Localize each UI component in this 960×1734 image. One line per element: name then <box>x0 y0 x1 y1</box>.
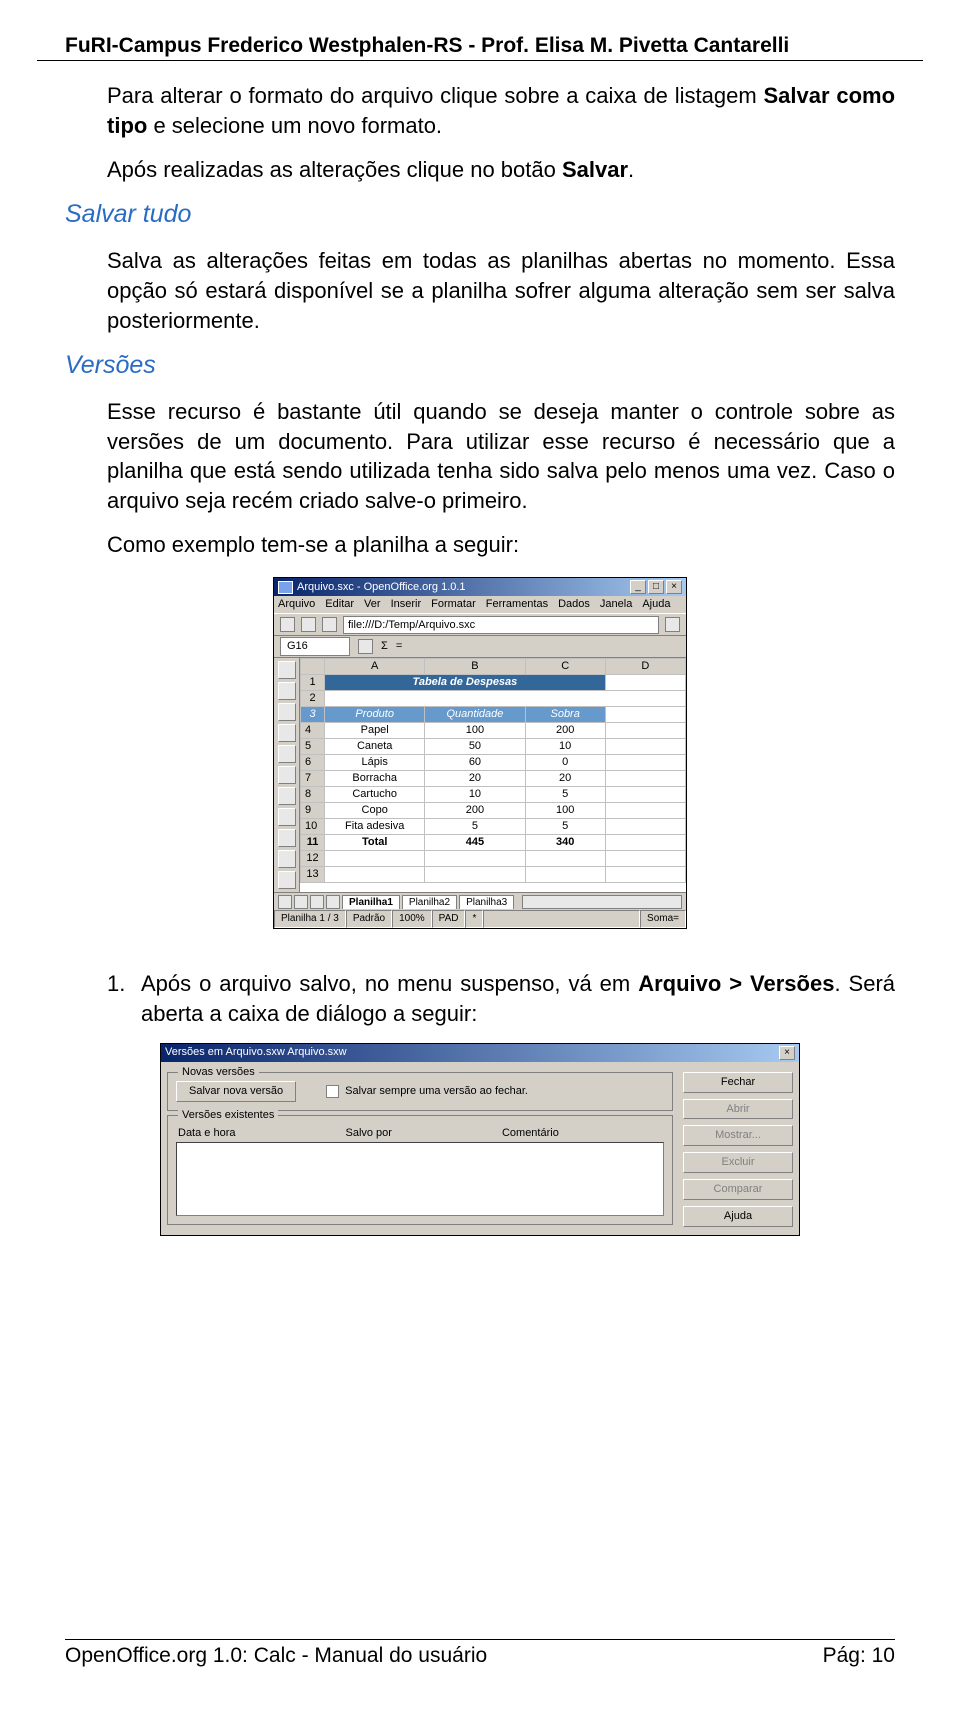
col-header[interactable]: C <box>525 659 605 675</box>
section-versoes: Versões <box>65 349 895 383</box>
minimize-button[interactable]: _ <box>630 580 646 594</box>
menu-ferramentas[interactable]: Ferramentas <box>486 597 548 612</box>
tab-first-icon[interactable] <box>278 895 292 909</box>
checkbox-label: Salvar sempre uma versão ao fechar. <box>345 1084 528 1099</box>
col-header[interactable]: B <box>425 659 525 675</box>
status-modified: * <box>465 910 483 928</box>
formula-bar: G16 Σ = <box>274 636 686 658</box>
window-title: Arquivo.sxc - OpenOffice.org 1.0.1 <box>297 580 466 595</box>
menu-editar[interactable]: Editar <box>325 597 354 612</box>
status-mode: PAD <box>432 910 466 928</box>
section-salvar-tudo: Salvar tudo <box>65 198 895 232</box>
tool-icon[interactable] <box>278 766 296 784</box>
tab-last-icon[interactable] <box>326 895 340 909</box>
url-bar: file:///D:/Temp/Arquivo.sxc <box>274 614 686 636</box>
edit-url-icon[interactable] <box>280 617 295 632</box>
menu-dados[interactable]: Dados <box>558 597 590 612</box>
sheet-tab[interactable]: Planilha1 <box>342 895 400 910</box>
paragraph-versoes-2: Como exemplo tem-se a planilha a seguir: <box>107 530 895 560</box>
tool-icon[interactable] <box>278 850 296 868</box>
page-header: FuRI-Campus Frederico Westphalen-RS - Pr… <box>37 30 923 61</box>
home-icon[interactable] <box>322 617 337 632</box>
versions-dialog: Versões em Arquivo.sxw Arquivo.sxw × Nov… <box>160 1043 800 1237</box>
spreadsheet-grid[interactable]: A B C D 1Tabela de Despesas 2 3 Produto … <box>300 658 686 892</box>
paragraph-2: Após realizadas as alterações clique no … <box>107 155 895 185</box>
compare-button[interactable]: Comparar <box>683 1179 793 1200</box>
stop-icon[interactable] <box>301 617 316 632</box>
tab-prev-icon[interactable] <box>294 895 308 909</box>
paragraph-1: Para alterar o formato do arquivo clique… <box>107 81 895 140</box>
group-label: Novas versões <box>178 1065 259 1080</box>
close-button[interactable]: × <box>666 580 682 594</box>
save-new-version-button[interactable]: Salvar nova versão <box>176 1081 296 1102</box>
tool-icon[interactable] <box>278 808 296 826</box>
tool-icon[interactable] <box>278 661 296 679</box>
footer-left: OpenOffice.org 1.0: Calc - Manual do usu… <box>65 1642 487 1670</box>
menu-ver[interactable]: Ver <box>364 597 381 612</box>
col-header[interactable]: D <box>605 659 685 675</box>
col-header-savedby: Salvo por <box>345 1126 391 1141</box>
tab-next-icon[interactable] <box>310 895 324 909</box>
dialog-close-button[interactable]: × <box>779 1046 795 1060</box>
app-icon <box>278 581 293 594</box>
sheet-tab[interactable]: Planilha2 <box>402 895 457 910</box>
status-bar: Planilha 1 / 3 Padrão 100% PAD * Soma= <box>274 910 686 928</box>
status-style: Padrão <box>346 910 392 928</box>
menu-ajuda[interactable]: Ajuda <box>642 597 670 612</box>
sigma-icon[interactable]: Σ <box>381 639 388 654</box>
col-header-comment: Comentário <box>502 1126 559 1141</box>
folder-icon[interactable] <box>665 617 680 632</box>
tool-icon[interactable] <box>278 682 296 700</box>
col-header-date: Data e hora <box>178 1126 235 1141</box>
dialog-title: Versões em Arquivo.sxw Arquivo.sxw <box>165 1045 347 1060</box>
page-footer: OpenOffice.org 1.0: Calc - Manual do usu… <box>65 1639 895 1670</box>
tool-icon[interactable] <box>278 829 296 847</box>
paragraph-salvar-tudo: Salva as alterações feitas em todas as p… <box>107 246 895 335</box>
versions-list[interactable] <box>176 1142 664 1216</box>
menu-arquivo[interactable]: Arquivo <box>278 597 315 612</box>
footer-right: Pág: 10 <box>823 1642 895 1670</box>
menu-formatar[interactable]: Formatar <box>431 597 476 612</box>
col-header[interactable]: A <box>325 659 425 675</box>
tool-icon[interactable] <box>278 745 296 763</box>
tool-icon[interactable] <box>278 724 296 742</box>
dialog-titlebar[interactable]: Versões em Arquivo.sxw Arquivo.sxw × <box>161 1044 799 1062</box>
open-button[interactable]: Abrir <box>683 1099 793 1120</box>
window-titlebar[interactable]: Arquivo.sxc - OpenOffice.org 1.0.1 _ □ × <box>274 578 686 596</box>
cell-reference[interactable]: G16 <box>280 637 350 656</box>
save-on-close-checkbox[interactable] <box>326 1085 339 1098</box>
menu-janela[interactable]: Janela <box>600 597 632 612</box>
group-versoes-existentes: Versões existentes Data e hora Salvo por… <box>167 1115 673 1226</box>
tool-icon[interactable] <box>278 871 296 889</box>
table-title[interactable]: Tabela de Despesas <box>325 675 606 691</box>
group-novas-versoes: Novas versões Salvar nova versão Salvar … <box>167 1072 673 1111</box>
close-button[interactable]: Fechar <box>683 1072 793 1093</box>
url-input[interactable]: file:///D:/Temp/Arquivo.sxc <box>343 616 659 634</box>
status-zoom[interactable]: 100% <box>392 910 432 928</box>
status-sheet: Planilha 1 / 3 <box>274 910 346 928</box>
side-toolbar <box>274 658 300 892</box>
menu-inserir[interactable]: Inserir <box>391 597 422 612</box>
sheet-tab[interactable]: Planilha3 <box>459 895 514 910</box>
sheet-tabs[interactable]: Planilha1 Planilha2 Planilha3 <box>274 892 686 910</box>
status-sum: Soma= <box>640 910 686 928</box>
delete-button[interactable]: Excluir <box>683 1152 793 1173</box>
function-wizard-icon[interactable] <box>358 639 373 654</box>
spreadsheet-window: Arquivo.sxc - OpenOffice.org 1.0.1 _ □ ×… <box>273 577 687 929</box>
h-scrollbar[interactable] <box>522 895 682 909</box>
equals-icon[interactable]: = <box>396 639 402 654</box>
tool-icon[interactable] <box>278 703 296 721</box>
step-1: 1. Após o arquivo salvo, no menu suspens… <box>107 969 895 1028</box>
maximize-button[interactable]: □ <box>648 580 664 594</box>
tool-icon[interactable] <box>278 787 296 805</box>
show-button[interactable]: Mostrar... <box>683 1125 793 1146</box>
group-label: Versões existentes <box>178 1108 278 1123</box>
paragraph-versoes-1: Esse recurso é bastante útil quando se d… <box>107 397 895 516</box>
help-button[interactable]: Ajuda <box>683 1206 793 1227</box>
menu-bar[interactable]: Arquivo Editar Ver Inserir Formatar Ferr… <box>274 596 686 614</box>
